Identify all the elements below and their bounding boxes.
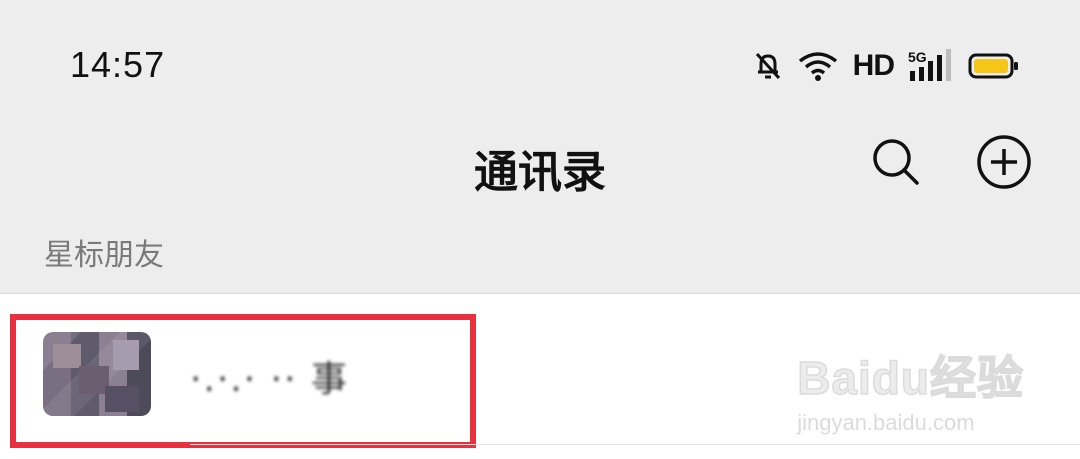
add-button[interactable] (974, 134, 1034, 194)
bell-muted-icon (753, 50, 783, 82)
status-time: 14:57 (70, 44, 166, 85)
watermark-url: jingyan.baidu.com (797, 410, 975, 435)
highlight-box (10, 314, 476, 448)
hd-label: HD (852, 49, 895, 82)
cellular-signal-icon: 5G (908, 49, 954, 83)
plus-circle-icon (975, 133, 1033, 195)
cellular-5g-label: 5G (908, 49, 927, 65)
status-icons: HD 5G (753, 46, 1020, 86)
section-header-starred: 星标朋友 (44, 238, 164, 273)
wifi-icon (797, 50, 839, 82)
search-icon (870, 136, 922, 192)
status-bar: 14:57 HD 5G (0, 0, 1080, 130)
watermark: Baidu经验 jingyan.baidu.com (796, 342, 1024, 436)
row-divider (190, 444, 1080, 445)
watermark-logo: Baidu经验 (796, 351, 1024, 405)
nav-bar: 通讯录 (0, 120, 1080, 210)
battery-icon (968, 52, 1020, 80)
search-button[interactable] (866, 134, 926, 194)
